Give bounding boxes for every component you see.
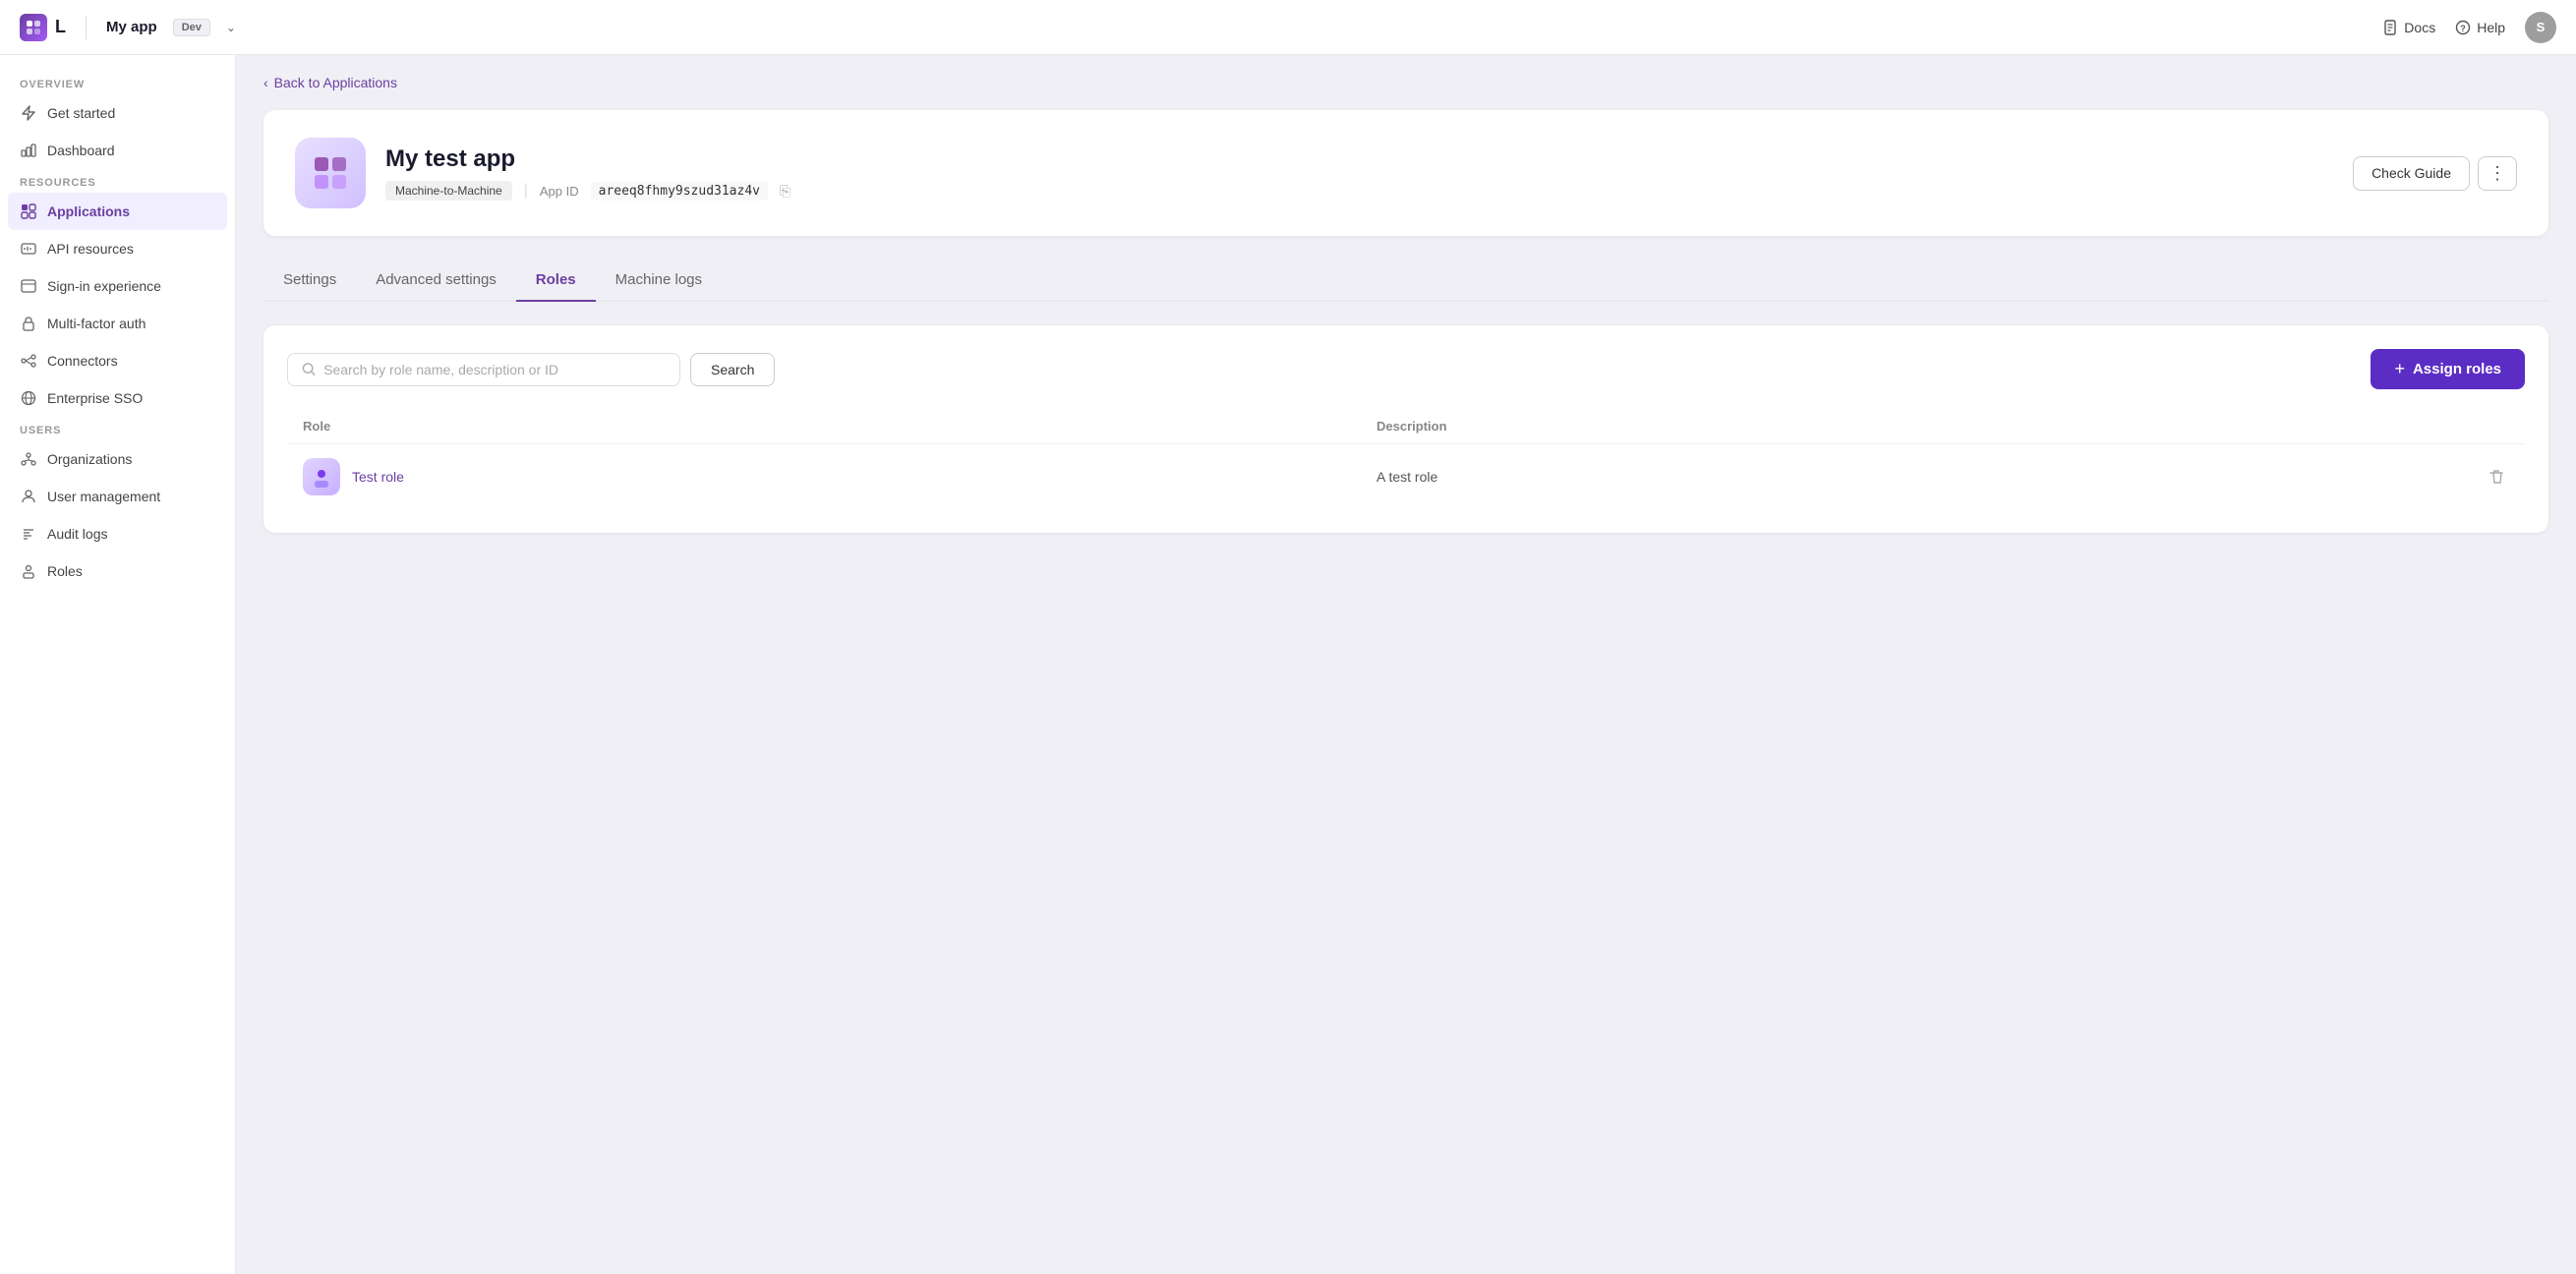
sidebar-item-api-resources[interactable]: API resources <box>0 230 235 267</box>
app-info: My test app Machine-to-Machine | App ID … <box>385 145 2333 201</box>
search-icon <box>302 362 316 376</box>
col-description: Description <box>1376 419 2450 434</box>
topbar-right: Docs ? Help S <box>2382 12 2556 43</box>
role-name[interactable]: Test role <box>352 469 404 485</box>
roles-panel: Search + Assign roles Role Description <box>263 325 2548 533</box>
search-input[interactable] <box>323 362 666 377</box>
search-button[interactable]: Search <box>690 353 775 386</box>
sidebar-item-connectors[interactable]: Connectors <box>0 342 235 379</box>
sidebar-item-roles[interactable]: Roles <box>0 552 235 590</box>
svg-text:?: ? <box>2460 24 2466 33</box>
role-description: A test role <box>1376 469 2450 485</box>
tabs: Settings Advanced settings Roles Machine… <box>263 260 2548 302</box>
env-badge[interactable]: Dev <box>173 19 210 36</box>
docs-link[interactable]: Docs <box>2382 20 2435 35</box>
sidebar: OVERVIEW Get started Dashboard RESOURCES… <box>0 55 236 1274</box>
logto-brand: L <box>55 17 66 37</box>
copy-id-icon[interactable]: ⎘ <box>780 183 790 200</box>
tab-machine-logs[interactable]: Machine logs <box>596 260 722 302</box>
assign-roles-button[interactable]: + Assign roles <box>2371 349 2525 389</box>
sidebar-item-dashboard[interactable]: Dashboard <box>0 132 235 169</box>
resources-section-label: RESOURCES <box>0 169 235 193</box>
lock-icon <box>20 315 37 332</box>
app-dropdown-icon[interactable]: ⌄ <box>226 21 236 34</box>
app-meta: Machine-to-Machine | App ID areeq8fhmy9s… <box>385 181 2333 201</box>
role-icon <box>303 458 340 495</box>
help-link[interactable]: ? Help <box>2455 20 2505 35</box>
back-chevron-icon: ‹ <box>263 75 268 90</box>
sidebar-item-applications[interactable]: Applications <box>8 193 227 230</box>
applications-icon <box>20 203 37 220</box>
delete-role-button[interactable] <box>2484 464 2509 490</box>
more-options-button[interactable]: ⋮ <box>2478 156 2517 191</box>
app-card: My test app Machine-to-Machine | App ID … <box>263 110 2548 236</box>
overview-section-label: OVERVIEW <box>0 71 235 94</box>
app-icon <box>295 138 366 208</box>
sidebar-item-organizations[interactable]: Organizations <box>0 440 235 478</box>
user-icon <box>20 488 37 505</box>
sidebar-item-get-started[interactable]: Get started <box>0 94 235 132</box>
sso-icon <box>20 389 37 407</box>
topbar-divider <box>86 16 87 39</box>
search-input-wrap[interactable] <box>287 353 680 386</box>
api-icon <box>20 240 37 258</box>
topbar: L My app Dev ⌄ Docs ? Help S <box>0 0 2576 55</box>
app-type-tag: Machine-to-Machine <box>385 181 512 201</box>
current-app-name: My app <box>106 19 157 35</box>
user-avatar[interactable]: S <box>2525 12 2556 43</box>
signin-icon <box>20 277 37 295</box>
role-cell: Test role <box>303 458 1376 495</box>
search-row: Search + Assign roles <box>287 349 2525 389</box>
table-header: Role Description <box>287 409 2525 444</box>
col-actions <box>2450 419 2509 434</box>
tab-roles[interactable]: Roles <box>516 260 596 302</box>
help-icon: ? <box>2455 20 2471 35</box>
users-section-label: USERS <box>0 417 235 440</box>
table-row: Test role A test role <box>287 444 2525 509</box>
connectors-icon <box>20 352 37 370</box>
org-icon <box>20 450 37 468</box>
sidebar-item-user-management[interactable]: User management <box>0 478 235 515</box>
col-role: Role <box>303 419 1376 434</box>
check-guide-button[interactable]: Check Guide <box>2353 156 2470 191</box>
app-card-actions: Check Guide ⋮ <box>2353 156 2517 191</box>
logo-area: L <box>20 14 66 41</box>
back-to-applications-link[interactable]: ‹ Back to Applications <box>263 75 2548 90</box>
logs-icon <box>20 525 37 543</box>
logto-logo <box>20 14 47 41</box>
chart-icon <box>20 142 37 159</box>
plus-icon: + <box>2394 359 2405 379</box>
role-action-cell <box>2450 464 2509 490</box>
sidebar-item-sign-in-experience[interactable]: Sign-in experience <box>0 267 235 305</box>
app-title: My test app <box>385 145 2333 173</box>
docs-icon <box>2382 20 2398 35</box>
lightning-icon <box>20 104 37 122</box>
roles-icon <box>20 562 37 580</box>
trash-icon <box>2488 468 2505 486</box>
tab-settings[interactable]: Settings <box>263 260 356 302</box>
tab-advanced-settings[interactable]: Advanced settings <box>356 260 516 302</box>
main-content: ‹ Back to Applications My test app Machi… <box>236 55 2576 1274</box>
app-id-label: App ID <box>540 184 579 199</box>
sidebar-item-enterprise-sso[interactable]: Enterprise SSO <box>0 379 235 417</box>
sidebar-item-mfa[interactable]: Multi-factor auth <box>0 305 235 342</box>
app-id-value: areeq8fhmy9szud31az4v <box>591 182 768 201</box>
sidebar-item-audit-logs[interactable]: Audit logs <box>0 515 235 552</box>
